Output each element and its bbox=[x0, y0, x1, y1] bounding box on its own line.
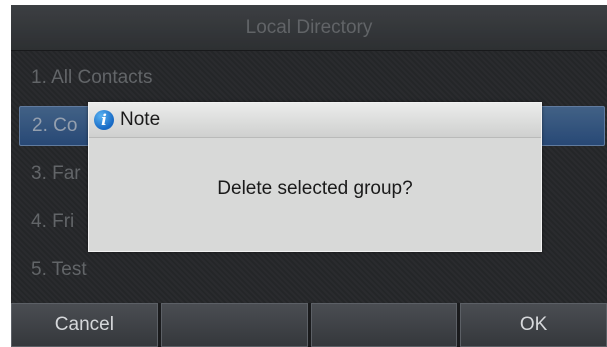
lcd-display: Local Directory 1. All Contacts 2. Co 3.… bbox=[11, 5, 607, 347]
dialog-header: i Note bbox=[89, 103, 541, 138]
empty-softkey-3[interactable] bbox=[310, 303, 458, 347]
dialog-title: Note bbox=[120, 109, 161, 130]
softkey-bar: Cancel OK bbox=[11, 303, 607, 347]
dialog-message: Delete selected group? bbox=[217, 177, 413, 199]
info-icon: i bbox=[94, 110, 114, 130]
note-dialog: i Note Delete selected group? bbox=[88, 102, 542, 252]
ok-softkey[interactable]: OK bbox=[460, 303, 607, 347]
cancel-softkey[interactable]: Cancel bbox=[11, 303, 158, 347]
empty-softkey-2[interactable] bbox=[160, 303, 308, 347]
phone-screen: Local Directory 1. All Contacts 2. Co 3.… bbox=[0, 0, 607, 347]
